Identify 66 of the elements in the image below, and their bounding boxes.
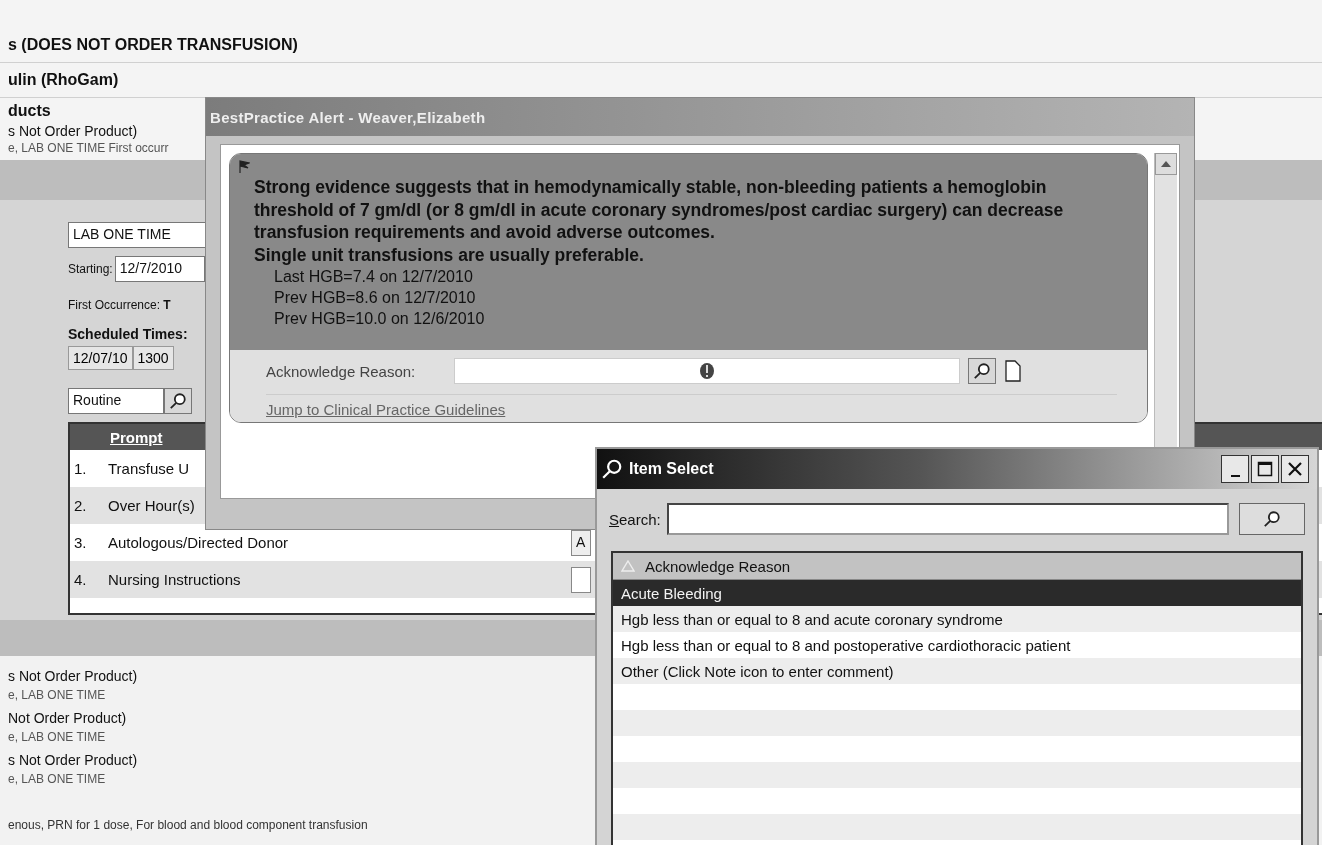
frequency-field[interactable]: LAB ONE TIME: [68, 222, 208, 248]
section-heading: ducts: [8, 102, 51, 120]
list-item[interactable]: Other (Click Note icon to enter comment): [613, 658, 1301, 684]
minimize-button[interactable]: [1221, 455, 1249, 483]
search-button[interactable]: [164, 388, 192, 414]
search-icon: [601, 458, 623, 480]
answer-button[interactable]: A: [571, 529, 591, 556]
search-button[interactable]: [1239, 503, 1305, 535]
required-icon: [699, 362, 715, 380]
prompt-text: Over Hour(s): [108, 497, 196, 514]
acknowledge-label: Acknowledge Reason:: [266, 362, 417, 380]
prompt-text: Transfuse U: [108, 460, 191, 477]
starting-date-field[interactable]: 12/7/2010: [114, 256, 205, 282]
acknowledge-field[interactable]: [454, 358, 960, 384]
scroll-up-button[interactable]: [1155, 153, 1177, 175]
scheduled-times-label: Scheduled Times:: [68, 326, 188, 342]
lab-result: Last HGB=7.4 on 12/7/2010: [274, 267, 474, 287]
first-occurrence-text: First Occurrence: T: [68, 298, 171, 312]
minimize-icon: [1230, 475, 1240, 477]
row-number: 4.: [73, 571, 88, 588]
search-label: Search:: [609, 510, 661, 528]
order-name: Not Order Product): [8, 710, 127, 726]
section-heading: ulin (RhoGam): [8, 71, 119, 89]
search-field[interactable]: [666, 503, 1229, 535]
prompt-text: Nursing Instructions: [108, 571, 242, 588]
guidelines-link[interactable]: Jump to Clinical Practice Guidelines: [266, 401, 506, 418]
section-heading: s (DOES NOT ORDER TRANSFUSION): [8, 36, 298, 54]
sort-triangle-icon: [621, 560, 635, 572]
scheduled-date[interactable]: 12/07/10: [68, 346, 133, 370]
order-name: s Not Order Product): [8, 752, 138, 768]
order-detail: e, LAB ONE TIME: [8, 772, 106, 786]
order-name: s Not Order Product): [8, 123, 138, 139]
scheduled-time[interactable]: 1300: [132, 346, 174, 370]
lab-result: Prev HGB=8.6 on 12/7/2010: [274, 288, 477, 308]
starting-label: Starting:: [68, 262, 113, 276]
row-number: 3.: [73, 534, 88, 551]
order-detail: enous, PRN for 1 dose, For blood and blood component transfusion: [8, 818, 368, 832]
order-detail: e, LAB ONE TIME First occurr: [8, 141, 169, 155]
close-icon: [1287, 461, 1303, 477]
order-detail: e, LAB ONE TIME: [8, 730, 106, 744]
search-button[interactable]: [968, 358, 996, 384]
priority-field[interactable]: Routine: [68, 388, 164, 414]
prompt-text: Autologous/Directed Donor: [108, 534, 290, 551]
flag-icon: [238, 160, 250, 174]
column-header[interactable]: Acknowledge Reason: [613, 553, 1301, 580]
alert-recommendation: Single unit transfusions are usually preferable.: [254, 243, 645, 266]
search-icon: [1263, 510, 1281, 528]
alert-message: Strong evidence suggests that in hemodynamically stable, non-bleeding patients a hemoglobin threshold of 7 gm/dl (or 8 gm/dl in acute coronary syndromes/post cardiac surgery) can decrease transfusion requirements and avoid adverse outcomes.: [254, 176, 1065, 244]
maximize-icon: [1257, 461, 1273, 477]
order-name: s Not Order Product): [8, 668, 138, 684]
note-icon[interactable]: [1004, 360, 1022, 382]
search-icon: [973, 362, 991, 380]
answer-field[interactable]: [571, 566, 591, 593]
row-number: 2.: [73, 497, 88, 514]
maximize-button[interactable]: [1251, 455, 1279, 483]
list-item[interactable]: Acute Bleeding: [613, 580, 1301, 606]
search-icon: [169, 392, 187, 410]
window-title: BestPractice Alert - Weaver,Elizabeth: [210, 108, 486, 126]
column-header[interactable]: Prompt: [110, 428, 163, 446]
row-number: 1.: [73, 460, 88, 477]
order-detail: e, LAB ONE TIME: [8, 688, 106, 702]
lab-result: Prev HGB=10.0 on 12/6/2010: [274, 309, 486, 329]
window-title: Item Select: [629, 460, 714, 478]
close-button[interactable]: [1281, 455, 1309, 483]
list-item[interactable]: Hgb less than or equal to 8 and acute coronary syndrome: [613, 606, 1301, 632]
up-arrow-icon: [1161, 161, 1172, 167]
